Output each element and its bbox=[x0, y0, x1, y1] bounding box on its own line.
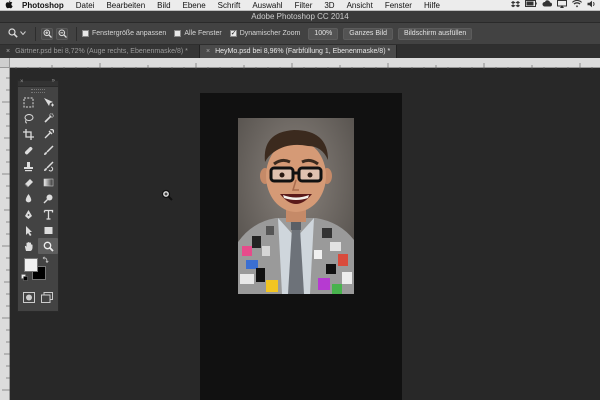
tab-label: HeyMo.psd bei 8,96% (Farbfüllung 1, Eben… bbox=[215, 48, 391, 55]
tools-grid bbox=[18, 94, 58, 254]
all-windows-checkbox[interactable]: Alle Fenster bbox=[174, 30, 222, 37]
gradient-tool[interactable] bbox=[38, 174, 58, 190]
zoom-100-button[interactable]: 100% bbox=[308, 27, 339, 40]
zoom-in-button[interactable] bbox=[41, 27, 53, 40]
zoom-tool[interactable] bbox=[38, 238, 58, 254]
scrubby-zoom-label: Dynamischer Zoom bbox=[239, 30, 301, 37]
menu-bild[interactable]: Bild bbox=[151, 1, 176, 10]
brush-tool[interactable] bbox=[38, 142, 58, 158]
dropbox-icon[interactable] bbox=[511, 0, 520, 10]
foreground-color-swatch[interactable] bbox=[24, 258, 38, 272]
marquee-tool[interactable] bbox=[18, 94, 38, 110]
eyedropper-tool[interactable] bbox=[38, 126, 58, 142]
tools-panel: × » bbox=[17, 78, 59, 312]
menu-hilfe[interactable]: Hilfe bbox=[418, 1, 446, 10]
close-icon[interactable]: × bbox=[20, 79, 24, 85]
default-colors-icon[interactable] bbox=[21, 274, 28, 283]
pen-tool[interactable] bbox=[18, 206, 38, 222]
menu-bearbeiten[interactable]: Bearbeiten bbox=[100, 1, 151, 10]
chevron-down-icon bbox=[20, 30, 26, 37]
swap-colors-icon[interactable] bbox=[42, 256, 49, 265]
volume-icon[interactable] bbox=[587, 0, 596, 10]
all-windows-label: Alle Fenster bbox=[184, 30, 222, 37]
hand-tool[interactable] bbox=[18, 238, 38, 254]
zoom-cursor-icon bbox=[161, 188, 173, 206]
menu-datei[interactable]: Datei bbox=[70, 1, 101, 10]
collapse-icon[interactable]: » bbox=[52, 78, 55, 84]
close-icon[interactable]: × bbox=[6, 48, 10, 55]
ruler-origin[interactable] bbox=[0, 58, 10, 68]
airplay-icon[interactable] bbox=[557, 0, 567, 10]
rectangle-tool[interactable] bbox=[38, 222, 58, 238]
menu-ebene[interactable]: Ebene bbox=[177, 1, 212, 10]
eraser-tool[interactable] bbox=[18, 174, 38, 190]
window-title: Adobe Photoshop CC 2014 bbox=[251, 12, 349, 21]
checkbox-box[interactable] bbox=[174, 30, 182, 37]
screen-mode-icon[interactable] bbox=[41, 290, 53, 308]
quick-mask-icon[interactable] bbox=[23, 290, 35, 308]
tab-heymo[interactable]: × HeyMo.psd bei 8,96% (Farbfüllung 1, Eb… bbox=[200, 45, 398, 58]
zoom-icon bbox=[8, 27, 18, 40]
crop-tool[interactable] bbox=[18, 126, 38, 142]
scrubby-zoom-checkbox[interactable]: ✓ Dynamischer Zoom bbox=[229, 30, 301, 37]
drag-handle[interactable] bbox=[31, 89, 45, 93]
horizontal-ruler[interactable] bbox=[10, 58, 600, 71]
clone-stamp-tool[interactable] bbox=[18, 158, 38, 174]
type-tool[interactable] bbox=[38, 206, 58, 222]
checkbox-box[interactable] bbox=[82, 30, 89, 37]
tool-preset-picker[interactable] bbox=[4, 27, 30, 40]
document-tabs: × Gärtner.psd bei 8,72% (Auge rechts, Eb… bbox=[0, 45, 600, 58]
zoom-out-button[interactable] bbox=[56, 27, 68, 40]
menu-bar: Photoshop Datei Bearbeiten Bild Ebene Sc… bbox=[0, 0, 600, 11]
tools-panel-header[interactable]: × » bbox=[18, 78, 58, 87]
history-brush-tool[interactable] bbox=[38, 158, 58, 174]
dodge-tool[interactable] bbox=[38, 190, 58, 206]
fit-screen-button[interactable]: Ganzes Bild bbox=[343, 27, 394, 40]
menu-status-icons bbox=[511, 0, 600, 10]
lasso-tool[interactable] bbox=[18, 110, 38, 126]
checkmark-icon[interactable]: ✓ bbox=[229, 30, 237, 37]
divider bbox=[76, 26, 77, 41]
quick-selection-tool[interactable] bbox=[38, 110, 58, 126]
vertical-ruler[interactable] bbox=[0, 58, 10, 400]
menu-3d[interactable]: 3D bbox=[318, 1, 340, 10]
tab-gaertner[interactable]: × Gärtner.psd bei 8,72% (Auge rechts, Eb… bbox=[0, 45, 200, 58]
fill-screen-button[interactable]: Bildschirm ausfüllen bbox=[398, 27, 473, 40]
portrait-photo[interactable] bbox=[238, 118, 354, 294]
menu-fenster[interactable]: Fenster bbox=[379, 1, 418, 10]
menu-schrift[interactable]: Schrift bbox=[212, 1, 247, 10]
path-selection-tool[interactable] bbox=[18, 222, 38, 238]
blur-tool[interactable] bbox=[18, 190, 38, 206]
tools-footer bbox=[18, 288, 58, 310]
color-swatches bbox=[18, 254, 58, 288]
menu-photoshop[interactable]: Photoshop bbox=[18, 1, 70, 10]
move-tool[interactable] bbox=[38, 94, 58, 110]
photoshop-window: Photoshop Datei Bearbeiten Bild Ebene Sc… bbox=[0, 0, 600, 400]
resize-windows-label: Fenstergröße anpassen bbox=[92, 30, 167, 37]
menu-ansicht[interactable]: Ansicht bbox=[341, 1, 379, 10]
title-bar: Adobe Photoshop CC 2014 bbox=[0, 11, 600, 23]
close-icon[interactable]: × bbox=[206, 48, 210, 55]
tab-label: Gärtner.psd bei 8,72% (Auge rechts, Eben… bbox=[15, 48, 188, 55]
menu-filter[interactable]: Filter bbox=[289, 1, 319, 10]
wifi-icon[interactable] bbox=[572, 0, 582, 10]
healing-brush-tool[interactable] bbox=[18, 142, 38, 158]
apple-icon[interactable] bbox=[0, 0, 18, 11]
resize-windows-checkbox[interactable]: Fenstergröße anpassen bbox=[82, 30, 166, 37]
options-bar: Fenstergröße anpassen Alle Fenster ✓ Dyn… bbox=[0, 23, 600, 45]
battery-icon[interactable] bbox=[525, 0, 537, 10]
divider bbox=[35, 26, 36, 41]
menu-auswahl[interactable]: Auswahl bbox=[246, 1, 288, 10]
cloud-icon[interactable] bbox=[542, 0, 552, 10]
